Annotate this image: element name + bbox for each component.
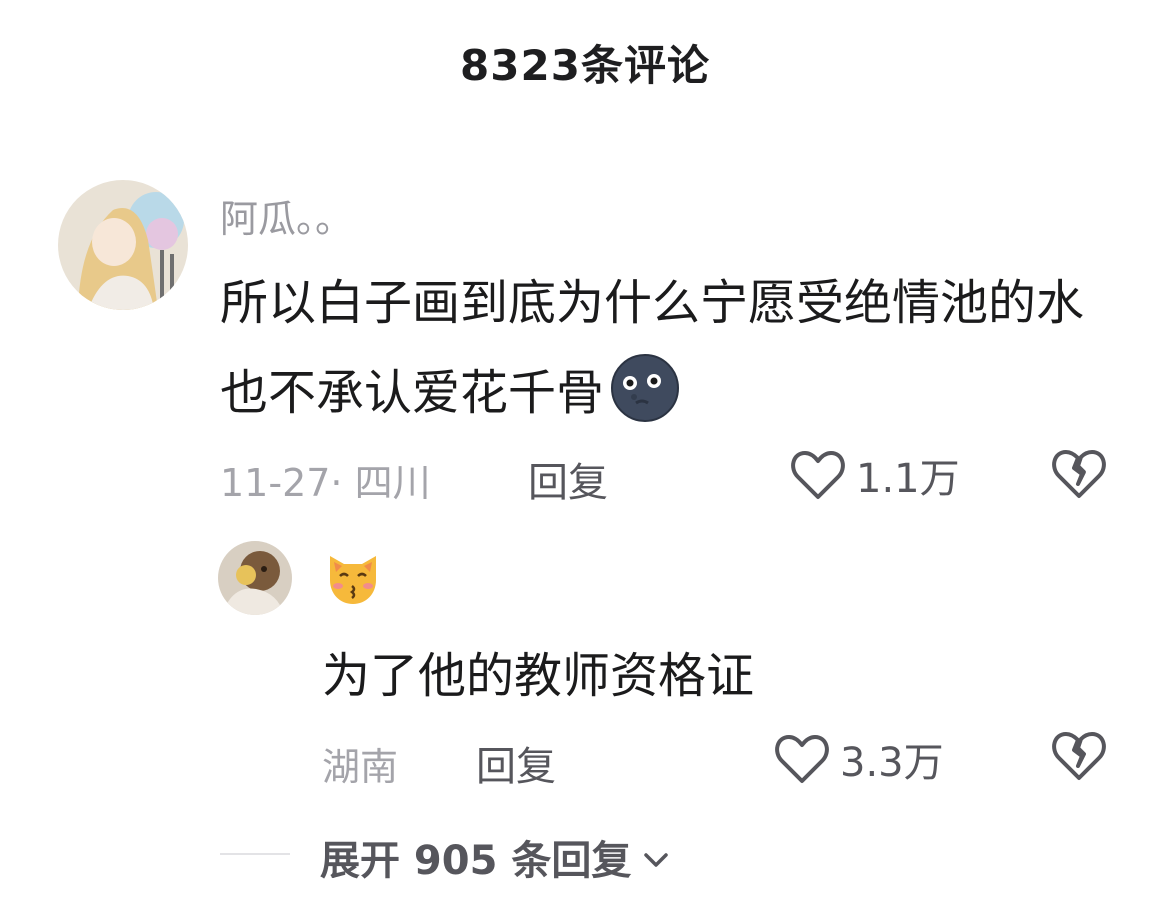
new-moon-face-icon	[610, 353, 680, 423]
reply-text: 为了他的教师资格证	[322, 648, 755, 704]
comment-date-location: 11-27· 四川	[220, 461, 431, 505]
kissing-cat-icon	[322, 546, 384, 608]
commenter-avatar[interactable]	[58, 180, 188, 310]
comment-count-title: 8323条评论	[460, 41, 710, 90]
expand-replies-button[interactable]: 展开 905 条回复	[320, 828, 669, 886]
broken-heart-icon	[1052, 732, 1106, 780]
reply-location: 湖南	[322, 745, 399, 789]
reply-reply-button[interactable]: 回复	[476, 734, 556, 792]
reply-like-button[interactable]: 3.3万	[774, 730, 944, 788]
reply-dislike-button[interactable]	[1050, 728, 1108, 786]
expand-divider	[220, 853, 290, 855]
comment-text: 所以白子画到底为什么宁愿受绝情池的水也不承认爱花千骨	[220, 258, 1120, 438]
commenter-username[interactable]: 阿瓜。。	[220, 188, 353, 243]
comment-like-count: 1.1万	[856, 456, 960, 502]
comment-dislike-button[interactable]	[1050, 446, 1108, 504]
chevron-down-icon	[644, 853, 669, 867]
expand-replies-label: 展开 905 条回复	[320, 838, 632, 884]
reply-like-count: 3.3万	[840, 740, 944, 786]
comment-like-button[interactable]: 1.1万	[790, 446, 960, 504]
heart-icon	[791, 451, 845, 499]
replier-avatar[interactable]	[218, 541, 292, 615]
heart-icon	[775, 735, 829, 783]
comment-reply-button[interactable]: 回复	[528, 450, 608, 508]
broken-heart-icon	[1052, 450, 1106, 498]
